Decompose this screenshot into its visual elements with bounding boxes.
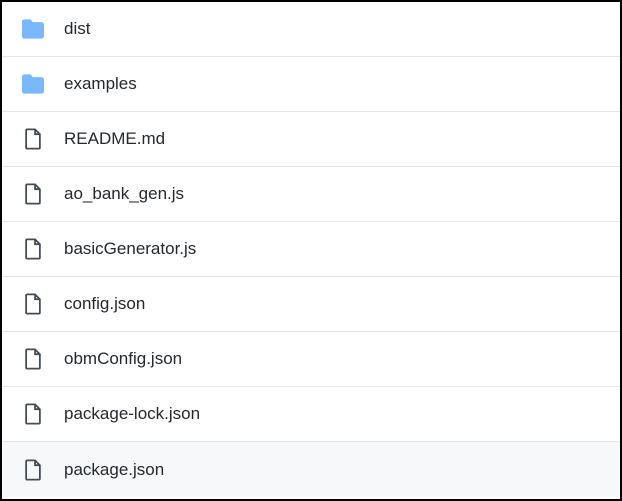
file-name: package-lock.json [64, 404, 200, 424]
file-name: basicGenerator.js [64, 239, 196, 259]
file-name: README.md [64, 129, 165, 149]
file-name: dist [64, 19, 90, 39]
file-icon [22, 128, 44, 150]
file-name: ao_bank_gen.js [64, 184, 184, 204]
list-item[interactable]: config.json [2, 277, 620, 332]
file-icon [22, 293, 44, 315]
list-item[interactable]: obmConfig.json [2, 332, 620, 387]
list-item[interactable]: README.md [2, 112, 620, 167]
list-item[interactable]: package-lock.json [2, 387, 620, 442]
list-item[interactable]: examples [2, 57, 620, 112]
list-item[interactable]: basicGenerator.js [2, 222, 620, 277]
folder-icon [22, 73, 44, 95]
file-icon [22, 403, 44, 425]
file-name: examples [64, 74, 137, 94]
file-name: obmConfig.json [64, 349, 182, 369]
list-item[interactable]: ao_bank_gen.js [2, 167, 620, 222]
folder-icon [22, 18, 44, 40]
file-name: config.json [64, 294, 145, 314]
file-icon [22, 238, 44, 260]
file-icon [22, 348, 44, 370]
file-icon [22, 183, 44, 205]
file-list: dist examples README.md ao_bank_gen.js b… [0, 0, 622, 501]
list-item[interactable]: dist [2, 2, 620, 57]
list-item[interactable]: package.json [2, 442, 620, 497]
file-name: package.json [64, 460, 164, 480]
file-icon [22, 459, 44, 481]
